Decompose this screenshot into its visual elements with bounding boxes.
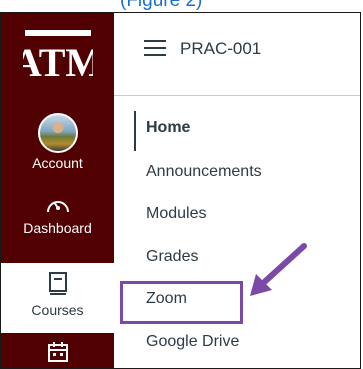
- calendar-icon: [47, 342, 68, 362]
- global-nav-dashboard[interactable]: Dashboard: [1, 193, 114, 236]
- courses-icon: [48, 272, 67, 295]
- course-nav-announcements[interactable]: Announcements: [146, 163, 262, 181]
- course-nav-google-drive[interactable]: Google Drive: [146, 333, 239, 351]
- course-nav-modules[interactable]: Modules: [146, 205, 206, 223]
- tamu-logo[interactable]: ATM: [1, 13, 114, 93]
- hamburger-menu-icon[interactable]: [144, 40, 166, 56]
- pointer-arrow-icon: [250, 243, 307, 296]
- course-nav-grades[interactable]: Grades: [146, 248, 198, 266]
- figure-caption: (Figure 2): [120, 0, 203, 11]
- tamu-logo-icon: ATM: [23, 30, 93, 82]
- course-header: PRAC-001: [114, 13, 360, 96]
- course-nav-home[interactable]: Home: [146, 119, 190, 137]
- global-navigation: ATM Account Dashboard Courses: [1, 13, 114, 368]
- global-nav-dashboard-label: Dashboard: [23, 220, 92, 236]
- avatar: [37, 113, 78, 153]
- active-indicator: [134, 111, 136, 151]
- svg-text:ATM: ATM: [23, 40, 93, 82]
- global-nav-calendar[interactable]: [1, 341, 114, 366]
- zoom-highlight-box: [120, 281, 243, 324]
- course-navigation: Home Announcements Modules Grades Zoom G…: [134, 95, 360, 368]
- global-nav-courses[interactable]: Courses: [1, 263, 114, 333]
- global-nav-account-label: Account: [32, 155, 83, 171]
- global-nav-account[interactable]: Account: [1, 113, 114, 171]
- dashboard-icon: [46, 201, 69, 213]
- course-code-breadcrumb[interactable]: PRAC-001: [180, 39, 261, 59]
- global-nav-courses-label: Courses: [31, 302, 84, 318]
